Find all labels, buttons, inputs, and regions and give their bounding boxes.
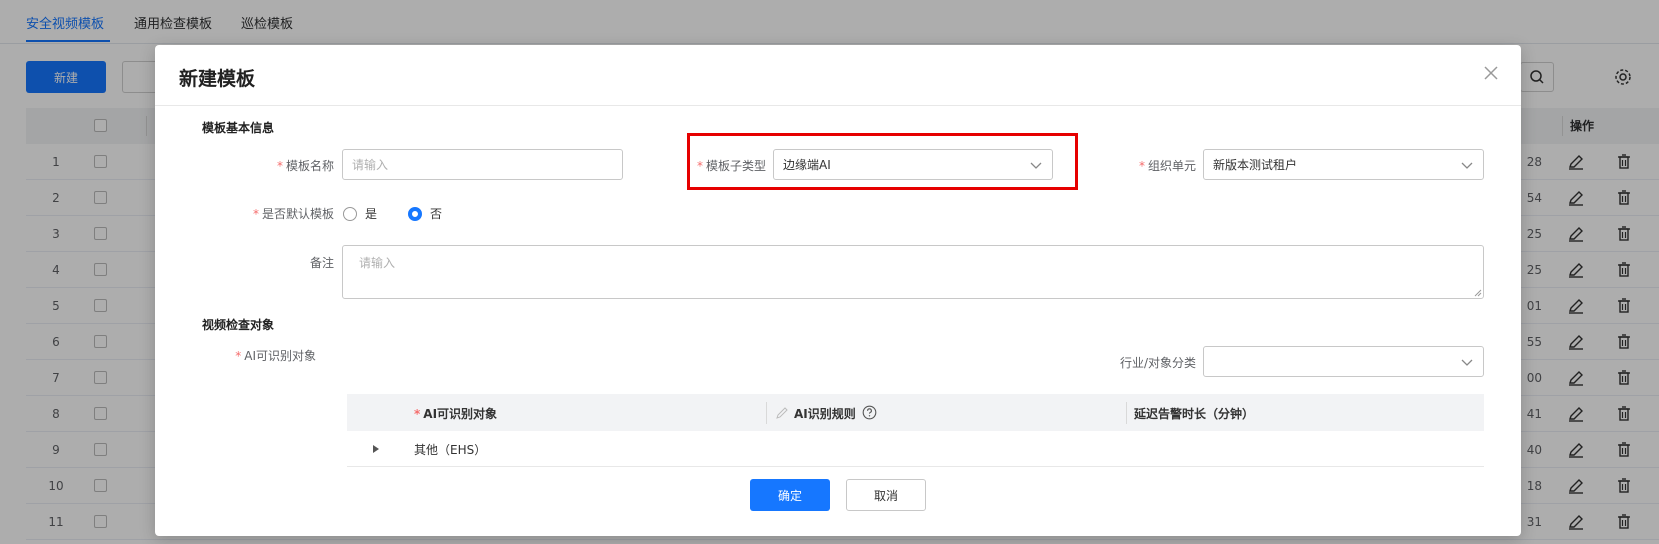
edit-pencil-icon — [776, 407, 788, 419]
radio-circle-checked — [408, 206, 422, 221]
template-name-label: * 模板名称 — [276, 159, 334, 173]
ai-objects-label: * AI可识别对象 — [235, 349, 316, 363]
column-divider — [1126, 402, 1127, 424]
column-ai-object: * AI可识别对象 — [414, 407, 498, 421]
chevron-down-icon — [1461, 359, 1473, 366]
template-name-input[interactable] — [342, 149, 623, 180]
section-video-objects: 视频检查对象 — [202, 318, 275, 332]
dialog-title: 新建模板 — [179, 68, 256, 90]
radio-circle — [343, 206, 357, 221]
dialog-header: 新建模板 — [155, 45, 1521, 106]
row-label: 其他（EHS） — [414, 443, 487, 457]
help-circle-icon[interactable] — [862, 405, 877, 420]
confirm-button[interactable]: 确定 — [750, 479, 830, 511]
org-unit-select[interactable]: 新版本测试租户 — [1203, 149, 1484, 180]
column-divider — [766, 402, 767, 424]
org-unit-label: * 组织单元 — [1138, 159, 1196, 173]
chevron-down-icon — [1461, 162, 1473, 169]
org-unit-value: 新版本测试租户 — [1213, 158, 1298, 172]
column-ai-rule: AI识别规则 — [794, 407, 856, 421]
radio-option-yes[interactable]: 是 — [343, 205, 377, 222]
column-delay-alarm: 延迟告警时长（分钟） — [1134, 407, 1255, 421]
close-icon[interactable] — [1483, 65, 1499, 81]
remark-textarea[interactable] — [342, 245, 1484, 299]
industry-category-select[interactable] — [1203, 346, 1484, 377]
section-basic-info: 模板基本信息 — [202, 121, 275, 135]
radio-label-no: 否 — [430, 207, 443, 221]
table-row[interactable]: 其他（EHS） — [347, 431, 1484, 467]
resize-handle-icon[interactable] — [1474, 289, 1482, 297]
radio-label-yes: 是 — [365, 207, 378, 221]
highlight-annotation-box — [687, 133, 1078, 190]
expand-arrow-icon[interactable] — [372, 444, 380, 454]
industry-category-label: 行业/对象分类 — [1119, 356, 1196, 370]
cancel-button[interactable]: 取消 — [846, 479, 926, 511]
radio-option-no[interactable]: 否 — [408, 205, 442, 222]
remark-label: 备注 — [309, 256, 334, 270]
ai-objects-table-header: * AI可识别对象 AI识别规则 延迟告警时长（分钟） — [347, 394, 1484, 431]
is-default-label: * 是否默认模板 — [252, 207, 334, 221]
